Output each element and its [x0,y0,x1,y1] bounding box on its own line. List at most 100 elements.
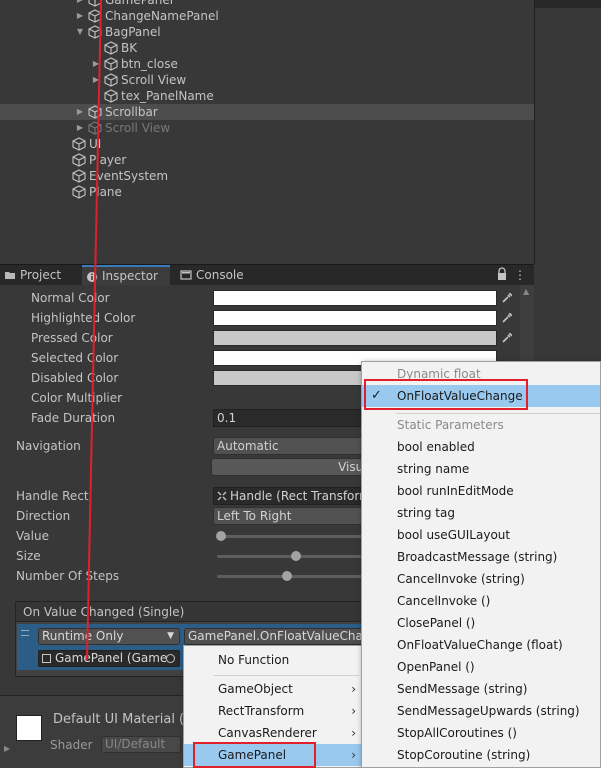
menu-item-static[interactable]: bool enabled [362,436,600,458]
annotation-box-dynamic [364,379,528,410]
menu-item-static[interactable]: string name [362,458,600,480]
collapsed-arrow-icon[interactable]: ▶ [91,72,101,88]
dropdown-arrow-icon: ▼ [167,631,174,641]
scroll-up-icon[interactable]: ▲ [523,287,529,296]
hierarchy-item[interactable]: ▶ Scrollbar [0,104,534,120]
menu-item-component[interactable]: RectTransform › [184,700,362,722]
eyedropper-icon[interactable] [500,331,514,345]
menu-item-static[interactable]: StopAllCoroutines () [362,722,600,744]
tab-project-label: Project [20,268,62,282]
static-parameters-header: Static Parameters [397,418,504,432]
gameobject-cube-icon [88,9,102,23]
shader-dropdown[interactable]: UI/Default [101,736,181,753]
hierarchy-item-label: btn_close [121,57,178,71]
hierarchy-item[interactable]: ▶ Scroll View [0,72,534,88]
tab-project[interactable]: Project [0,265,76,286]
highlighted-color-field[interactable] [213,310,497,326]
target-object-value: GamePanel (Game [55,651,168,665]
hierarchy-item[interactable]: ▶ GamePanel [0,0,534,8]
hierarchy-item[interactable]: ▶ ChangeNamePanel [0,8,534,24]
menu-item-component[interactable]: CanvasRenderer › [184,722,362,744]
hierarchy-item-label: Player [89,153,127,167]
collapsed-arrow-icon[interactable]: ▶ [75,0,85,8]
menu-item-static[interactable]: BroadcastMessage (string) [362,546,600,568]
hierarchy-item-label: Scrollbar [105,105,158,119]
gamepanel-submenu: Dynamic float ✓ OnFloatValueChange Stati… [361,361,601,768]
hierarchy-item[interactable]: BK [0,40,534,56]
right-panel-bar [535,0,601,8]
hierarchy-item[interactable]: ▶ Scroll View [0,120,534,136]
menu-item-label: GameObject [218,682,293,696]
tab-console[interactable]: Console [176,265,256,286]
menu-no-function[interactable]: No Function [184,649,362,671]
eyedropper-icon[interactable] [500,311,514,325]
hierarchy-item-label: BK [121,41,138,55]
tab-bar: Project Inspector Console ⋮ [0,264,534,286]
function-dropdown[interactable]: GamePanel.OnFloatValueChange [184,628,384,645]
collapsed-arrow-icon[interactable]: ▶ [75,120,85,136]
menu-item-static[interactable]: string tag [362,502,600,524]
menu-item-component[interactable]: GameObject › [184,678,362,700]
menu-item-static[interactable]: SendMessageUpwards (string) [362,700,600,722]
menu-item-static[interactable]: CancelInvoke (string) [362,568,600,590]
value-slider-handle[interactable] [216,531,226,541]
pressed-color-field[interactable] [213,330,497,346]
target-object-field[interactable]: GamePanel (Game [38,650,180,667]
expanded-arrow-icon[interactable]: ▼ [75,24,85,40]
hierarchy-item-label: EventSystem [89,169,169,183]
collapsed-arrow-icon[interactable]: ▶ [91,56,101,72]
hierarchy-item[interactable]: EventSystem [0,168,534,184]
folder-icon [5,272,15,279]
gameobject-cube-icon [88,0,102,7]
hierarchy-item-label: BagPanel [105,25,161,39]
menu-item-static[interactable]: OnFloatValueChange (float) [362,634,600,656]
menu-item-static[interactable]: StopCoroutine (string) [362,744,600,766]
collapsed-arrow-icon[interactable]: ▶ [75,104,85,120]
tab-inspector[interactable]: Inspector [82,265,170,286]
steps-label: Number Of Steps [16,569,120,583]
hierarchy-item-label: ChangeNamePanel [105,9,219,23]
direction-label: Direction [16,509,71,523]
normal-color-field[interactable] [213,290,497,306]
menu-item-static[interactable]: bool runInEditMode [362,480,600,502]
annotation-box-gamepanel [193,742,316,768]
hierarchy-item[interactable]: Player [0,152,534,168]
menu-item-label: RectTransform [218,704,305,718]
hierarchy-item[interactable]: UI [0,136,534,152]
runtime-dropdown[interactable]: Runtime Only ▼ [38,628,180,645]
hierarchy-item[interactable]: tex_PanelName [0,88,534,104]
normal-color-label: Normal Color [31,291,110,305]
gameobject-cube-icon [72,185,86,199]
hierarchy-item[interactable]: ▶ btn_close [0,56,534,72]
runtime-dropdown-value: Runtime Only [42,629,124,643]
tab-inspector-label: Inspector [102,269,158,283]
submenu-arrow-icon: › [351,682,356,696]
hierarchy-item[interactable]: ▼ BagPanel [0,24,534,40]
menu-item-static[interactable]: SendMessage (string) [362,678,600,700]
more-menu-icon[interactable]: ⋮ [514,268,526,282]
lock-icon[interactable] [496,267,508,281]
tab-console-label: Console [196,268,244,282]
collapsed-arrow-icon[interactable]: ▶ [75,8,85,24]
navigation-label: Navigation [16,439,81,453]
gameobject-cube-icon [88,25,102,39]
eyedropper-icon[interactable] [500,291,514,305]
submenu-arrow-icon: › [351,748,356,762]
hierarchy-item-label: GamePanel [105,0,174,7]
gameobject-cube-icon [72,169,86,183]
menu-item-static[interactable]: ClosePanel () [362,612,600,634]
highlighted-color-label: Highlighted Color [31,311,136,325]
expand-arrow-icon[interactable]: ▶ [4,744,10,753]
size-slider-handle[interactable] [291,551,301,561]
menu-item-static[interactable]: OpenPanel () [362,656,600,678]
hierarchy-item-label: Scroll View [121,73,187,87]
drag-handle-icon[interactable] [21,630,29,636]
menu-item-static[interactable]: bool useGUILayout [362,524,600,546]
object-picker-icon[interactable] [166,654,175,663]
steps-slider-handle[interactable] [282,571,292,581]
handle-rect-value: Handle (Rect Transform) [230,489,376,503]
color-multiplier-label: Color Multiplier [31,391,123,405]
pressed-color-label: Pressed Color [31,331,113,345]
hierarchy-item[interactable]: Plane [0,184,534,200]
menu-item-static[interactable]: CancelInvoke () [362,590,600,612]
